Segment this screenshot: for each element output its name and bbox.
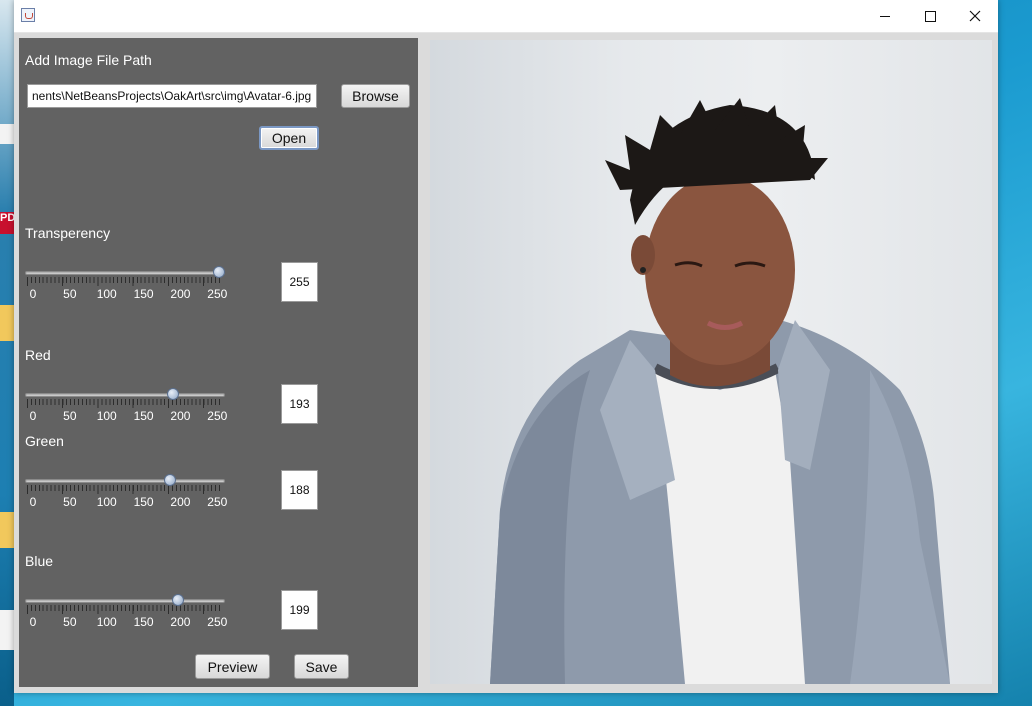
desktop-pdf-icon[interactable]: PD (0, 212, 14, 234)
slider-track (25, 599, 225, 603)
slider-major-ticks (27, 485, 223, 494)
save-button[interactable]: Save (294, 654, 349, 679)
slider-tick-label: 0 (29, 409, 37, 423)
blue-label: Blue (25, 553, 54, 569)
green-value[interactable]: 188 (281, 470, 318, 510)
file-path-value: nents\NetBeansProjects\OakArt\src\img\Av… (32, 89, 312, 103)
slider-tick-label: 0 (29, 287, 37, 301)
blue-slider[interactable]: 0 50 100 150 200 250 (25, 593, 228, 633)
slider-track (25, 271, 225, 275)
transperency-value[interactable]: 255 (281, 262, 318, 302)
minimize-button[interactable] (862, 0, 908, 32)
slider-tick-label: 100 (96, 409, 117, 423)
red-label: Red (25, 347, 51, 363)
slider-major-ticks (27, 277, 223, 286)
slider-tick-label: 250 (207, 409, 228, 423)
image-preview (430, 40, 992, 684)
transperency-label: Transperency (25, 225, 111, 241)
desktop-folder-icon[interactable] (0, 305, 14, 341)
blue-value[interactable]: 199 (281, 590, 318, 630)
slider-thumb[interactable] (213, 266, 225, 278)
slider-tick-label: 250 (207, 287, 228, 301)
browse-button[interactable]: Browse (341, 84, 410, 108)
slider-tick-label: 100 (96, 615, 117, 629)
app-window: Add Image File Path nents\NetBeansProjec… (14, 0, 998, 693)
portrait-photo (490, 98, 950, 684)
slider-tick-label: 150 (133, 409, 154, 423)
close-icon (969, 10, 981, 22)
slider-tick-label: 50 (63, 495, 77, 509)
red-slider[interactable]: 0 50 100 150 200 250 (25, 387, 228, 427)
slider-tick-label: 150 (133, 495, 154, 509)
slider-tick-label: 200 (170, 615, 191, 629)
minimize-icon (880, 15, 890, 17)
open-button[interactable]: Open (259, 126, 319, 150)
maximize-button[interactable] (907, 0, 953, 32)
slider-major-ticks (27, 399, 223, 408)
control-panel: Add Image File Path nents\NetBeansProjec… (19, 38, 418, 687)
slider-tick-label: 150 (133, 615, 154, 629)
slider-tick-label: 0 (29, 495, 37, 509)
slider-thumb[interactable] (171, 594, 184, 606)
slider-tick-label: 200 (170, 495, 191, 509)
slider-tick-label: 250 (207, 495, 228, 509)
maximize-icon (924, 10, 936, 22)
title-bar[interactable] (14, 0, 998, 33)
pdf-badge-text: PD (0, 212, 14, 224)
file-path-input[interactable]: nents\NetBeansProjects\OakArt\src\img\Av… (27, 84, 317, 108)
transperency-slider[interactable]: 0 50 100 150 200 250 (25, 265, 228, 305)
red-value[interactable]: 193 (281, 384, 318, 424)
slider-tick-label: 250 (207, 615, 228, 629)
slider-tick-label: 50 (63, 615, 77, 629)
slider-tick-label: 50 (63, 409, 77, 423)
slider-thumb[interactable] (163, 474, 176, 486)
slider-track (25, 479, 225, 483)
desktop-background: PD (0, 0, 14, 706)
close-button[interactable] (952, 0, 998, 32)
preview-button[interactable]: Preview (195, 654, 270, 679)
java-cup-icon (21, 8, 35, 22)
slider-tick-label: 150 (133, 287, 154, 301)
desktop-file-icon[interactable] (0, 610, 14, 650)
file-path-label: Add Image File Path (25, 52, 152, 68)
slider-tick-label: 200 (170, 409, 191, 423)
slider-tick-label: 50 (63, 287, 77, 301)
slider-tick-label: 100 (96, 495, 117, 509)
green-label: Green (25, 433, 64, 449)
desktop-folder-icon[interactable] (0, 512, 14, 548)
slider-track (25, 393, 225, 397)
desktop-file-icon[interactable] (0, 124, 14, 144)
slider-tick-label: 0 (29, 615, 37, 629)
slider-tick-label: 200 (170, 287, 191, 301)
slider-major-ticks (27, 605, 223, 614)
slider-tick-label: 100 (96, 287, 117, 301)
green-slider[interactable]: 0 50 100 150 200 250 (25, 473, 228, 513)
